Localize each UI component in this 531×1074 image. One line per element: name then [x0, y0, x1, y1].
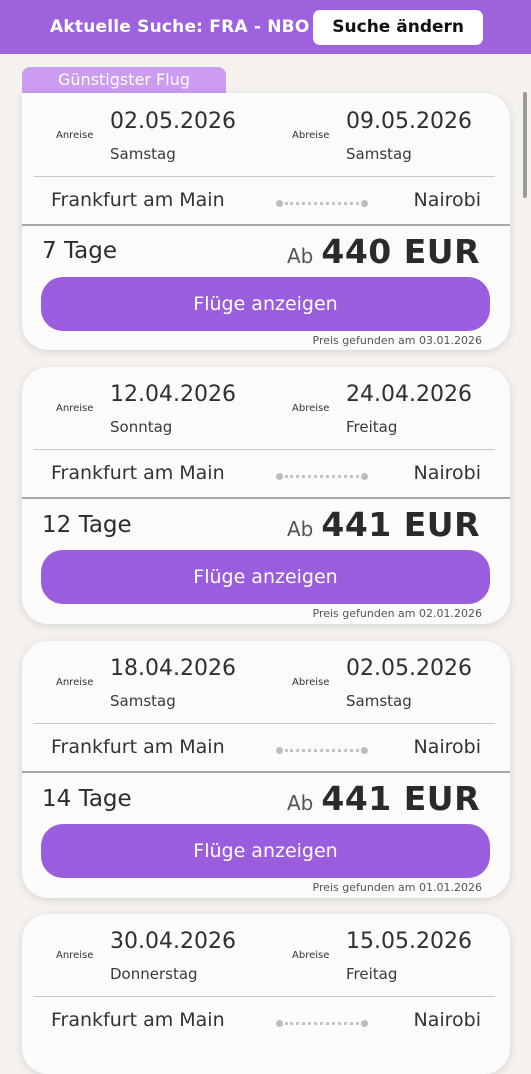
- route: Frankfurt am Main Nairobi: [22, 450, 510, 498]
- flight-card: Anreise 02.05.2026 Samstag Abreise 09.05…: [22, 93, 510, 350]
- origin-city: Frankfurt am Main: [51, 462, 225, 484]
- route: Frankfurt am Main Nairobi: [22, 724, 510, 772]
- departure-date: 18.04.2026: [110, 656, 236, 681]
- price-amount: 441 EUR: [321, 779, 480, 818]
- change-search-button[interactable]: Suche ändern: [313, 9, 483, 45]
- price: Ab 441 EUR: [287, 779, 480, 818]
- flight-dates: Anreise 30.04.2026 Donnerstag Abreise 15…: [22, 914, 510, 1001]
- return-day: Samstag: [346, 145, 412, 163]
- departure-label: Anreise: [56, 950, 94, 961]
- departure-date: 30.04.2026: [110, 929, 236, 954]
- search-header: Aktuelle Suche: FRA - NBO Suche ändern: [0, 0, 531, 54]
- destination-city: Nairobi: [413, 1009, 482, 1031]
- flight-dates: Anreise 18.04.2026 Samstag Abreise 02.05…: [22, 641, 510, 728]
- price-amount: 440 EUR: [321, 232, 480, 271]
- flight-card: Anreise 18.04.2026 Samstag Abreise 02.05…: [22, 641, 510, 898]
- route-dots-icon: [276, 473, 368, 480]
- price: Ab 440 EUR: [287, 232, 480, 271]
- show-flights-button[interactable]: Flüge anzeigen: [41, 824, 490, 878]
- route-dots-icon: [276, 747, 368, 754]
- price-found-date: Preis gefunden am 02.01.2026: [312, 607, 483, 620]
- departure-date: 02.05.2026: [110, 109, 236, 134]
- divider: [22, 224, 510, 226]
- current-search-title: Aktuelle Suche: FRA - NBO: [50, 17, 310, 37]
- return-label: Abreise: [292, 950, 330, 961]
- flight-card: Anreise 12.04.2026 Sonntag Abreise 24.04…: [22, 367, 510, 624]
- return-day: Samstag: [346, 692, 412, 710]
- origin-city: Frankfurt am Main: [51, 736, 225, 758]
- return-date: 15.05.2026: [346, 929, 472, 954]
- destination-city: Nairobi: [413, 189, 482, 211]
- origin-city: Frankfurt am Main: [51, 1009, 225, 1031]
- departure-day: Samstag: [110, 692, 176, 710]
- route: Frankfurt am Main Nairobi: [22, 177, 510, 225]
- trip-duration: 14 Tage: [42, 786, 132, 812]
- departure-day: Samstag: [110, 145, 176, 163]
- price-prefix: Ab: [286, 791, 314, 815]
- price-amount: 441 EUR: [321, 505, 480, 544]
- return-day: Freitag: [346, 965, 398, 983]
- divider: [22, 497, 510, 499]
- show-flights-button[interactable]: Flüge anzeigen: [41, 277, 490, 331]
- destination-city: Nairobi: [413, 736, 482, 758]
- price-found-date: Preis gefunden am 01.01.2026: [312, 881, 483, 894]
- destination-city: Nairobi: [413, 462, 482, 484]
- route-dots-icon: [276, 1020, 368, 1027]
- return-label: Abreise: [292, 403, 330, 414]
- departure-label: Anreise: [56, 677, 94, 688]
- flight-dates: Anreise 12.04.2026 Sonntag Abreise 24.04…: [22, 367, 510, 454]
- price: Ab 441 EUR: [287, 505, 480, 544]
- departure-day: Sonntag: [110, 418, 173, 436]
- cheapest-flight-tag: Günstigster Flug: [22, 67, 226, 93]
- departure-label: Anreise: [56, 130, 94, 141]
- return-date: 24.04.2026: [346, 382, 472, 407]
- origin-city: Frankfurt am Main: [51, 189, 225, 211]
- divider: [22, 771, 510, 773]
- price-prefix: Ab: [286, 244, 314, 268]
- route-dots-icon: [276, 200, 368, 207]
- trip-duration: 7 Tage: [42, 238, 118, 264]
- show-flights-button[interactable]: Flüge anzeigen: [41, 550, 490, 604]
- return-date: 09.05.2026: [346, 109, 472, 134]
- price-found-date: Preis gefunden am 03.01.2026: [312, 334, 483, 347]
- departure-date: 12.04.2026: [110, 382, 236, 407]
- route: Frankfurt am Main Nairobi: [22, 997, 510, 1045]
- departure-day: Donnerstag: [110, 965, 198, 983]
- scrollbar-thumb[interactable]: [523, 92, 527, 198]
- flight-dates: Anreise 02.05.2026 Samstag Abreise 09.05…: [22, 93, 510, 180]
- departure-label: Anreise: [56, 403, 94, 414]
- flight-card: Anreise 30.04.2026 Donnerstag Abreise 15…: [22, 914, 510, 1074]
- return-date: 02.05.2026: [346, 656, 472, 681]
- return-day: Freitag: [346, 418, 398, 436]
- price-prefix: Ab: [286, 517, 314, 541]
- return-label: Abreise: [292, 130, 330, 141]
- return-label: Abreise: [292, 677, 330, 688]
- trip-duration: 12 Tage: [42, 512, 132, 538]
